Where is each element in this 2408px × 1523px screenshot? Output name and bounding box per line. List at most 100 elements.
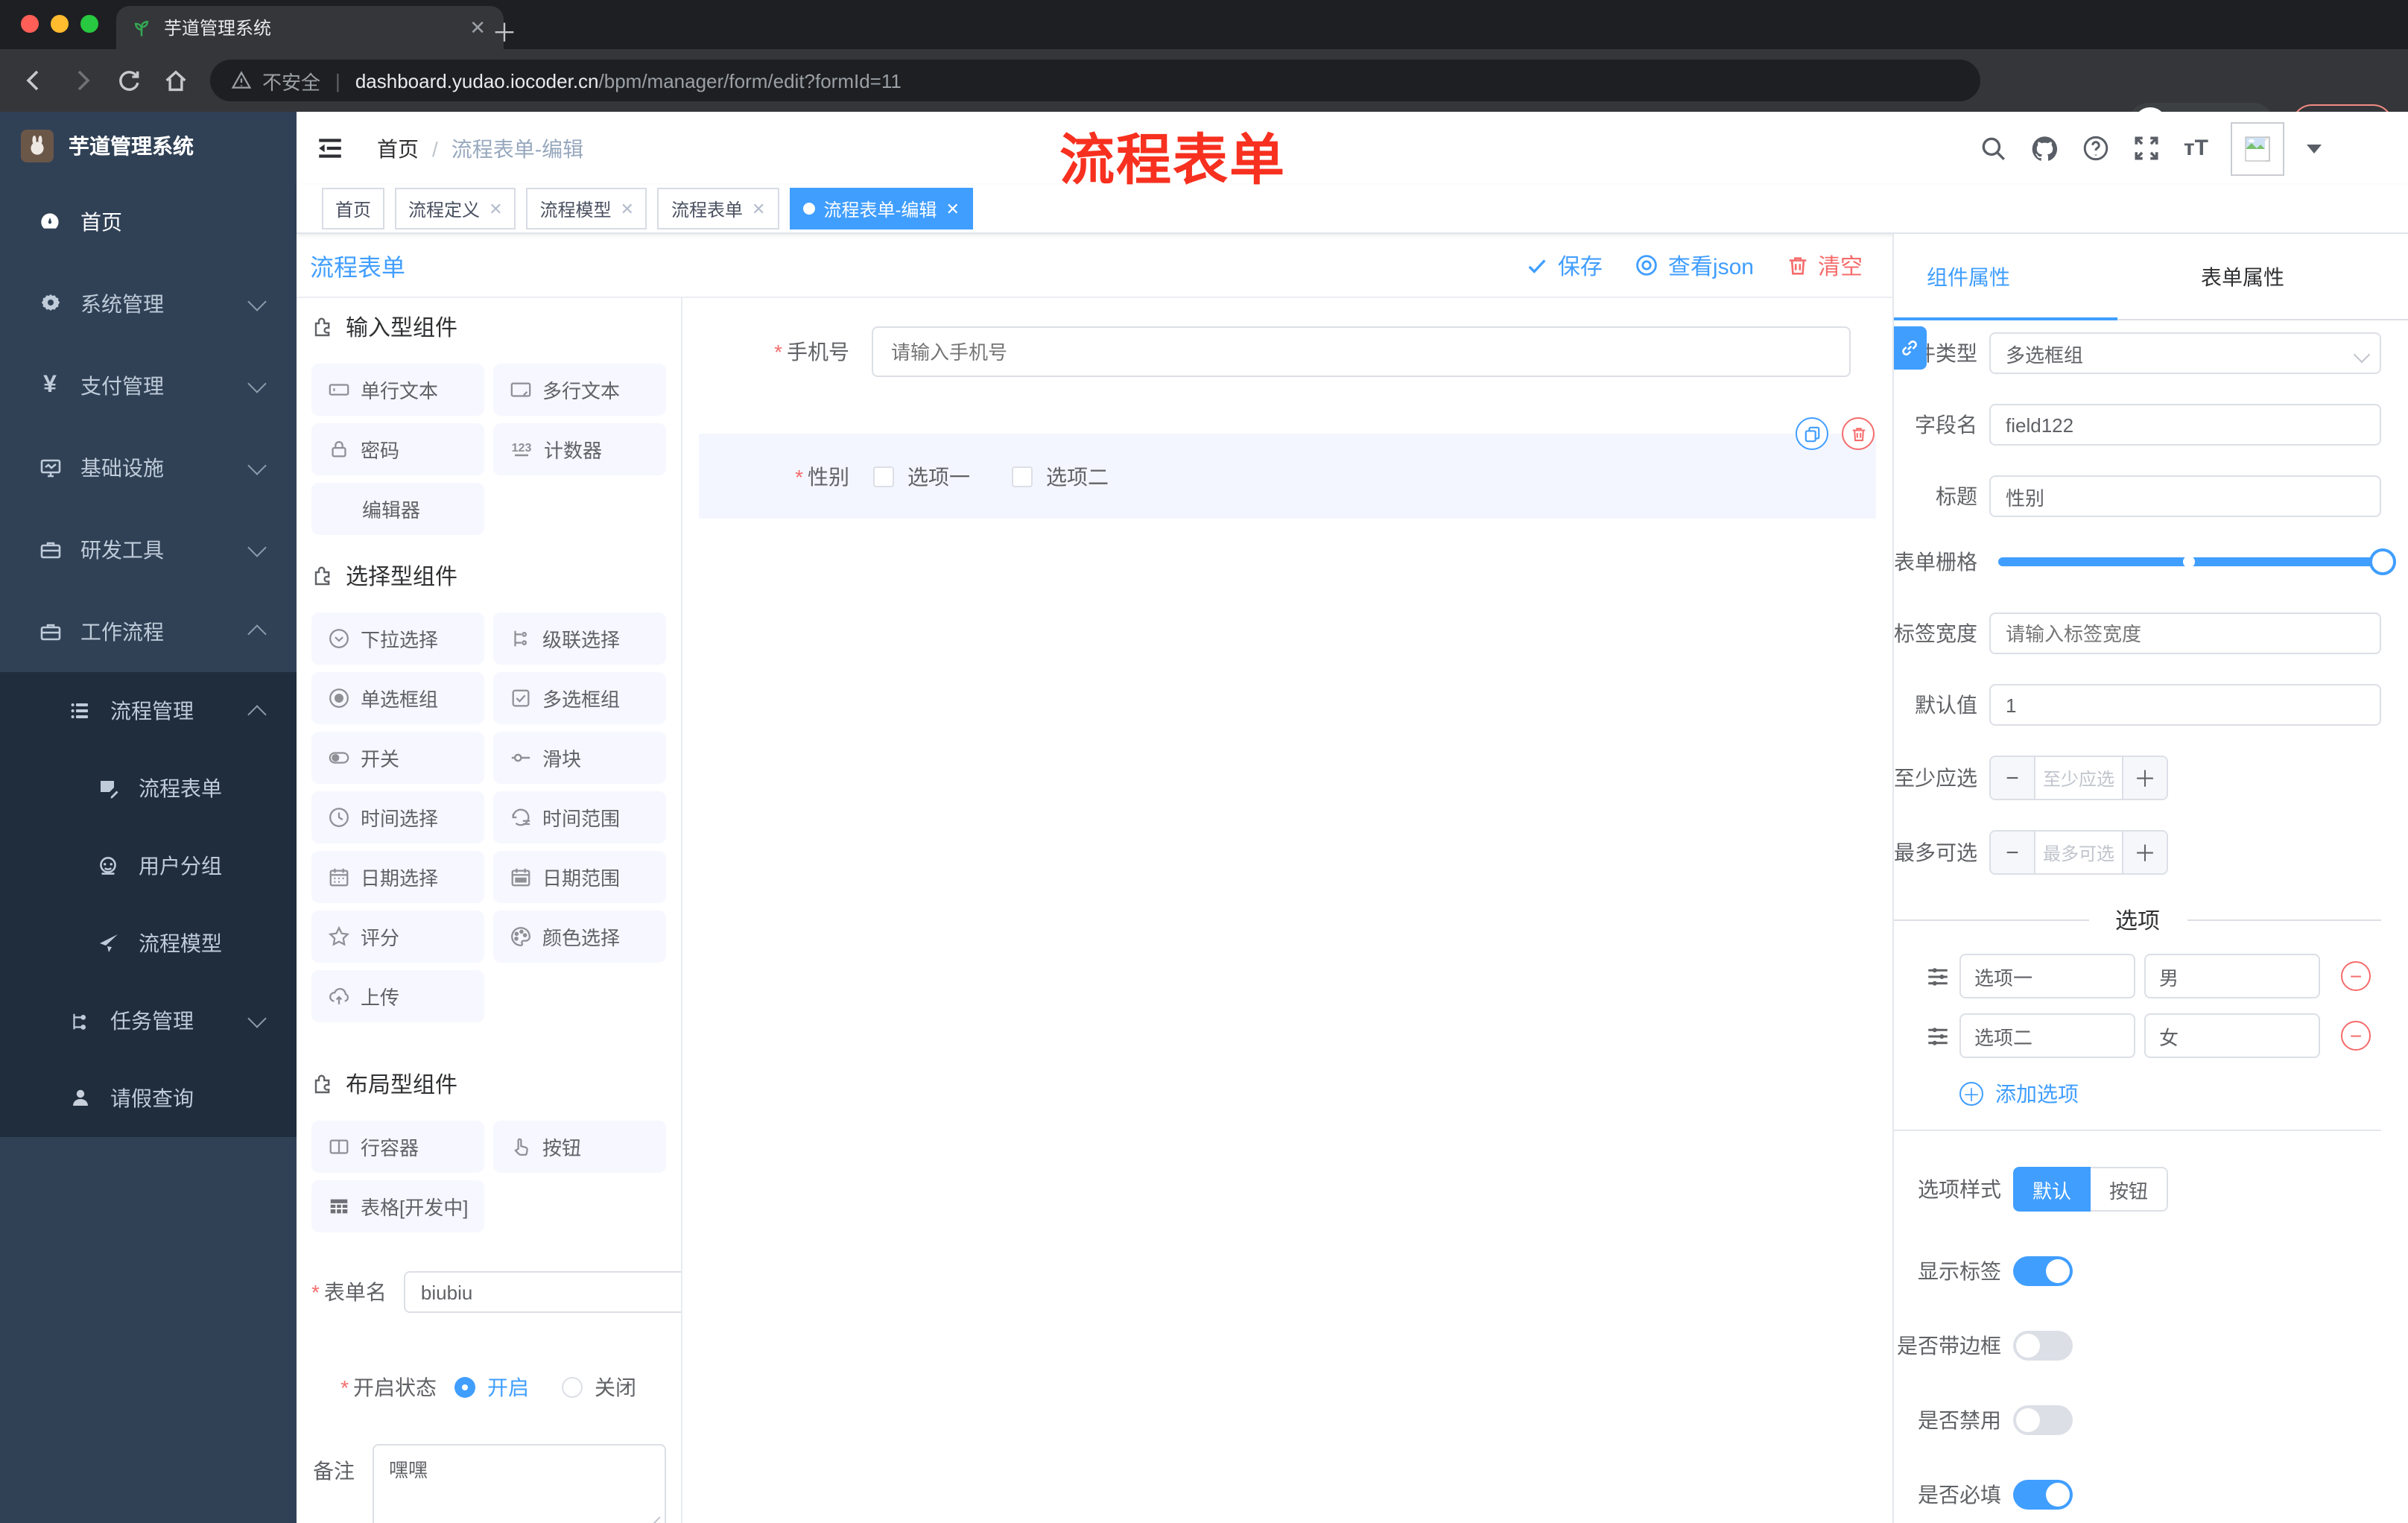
copy-component-icon[interactable] (1796, 417, 1828, 450)
component-checkbox-group[interactable]: 多选框组 (493, 672, 666, 724)
clear-button[interactable]: 清空 (1787, 250, 1863, 281)
save-button[interactable]: 保存 (1527, 250, 1603, 281)
tag-process-form[interactable]: 流程表单 ✕ (657, 188, 779, 229)
sidebar-item-process-model[interactable]: 流程模型 (0, 905, 297, 982)
option-value-input[interactable] (2144, 1013, 2320, 1058)
component-password[interactable]: 密码 (311, 423, 484, 475)
sidebar-item-infra[interactable]: 基础设施 (0, 426, 297, 508)
back-icon[interactable] (21, 67, 48, 94)
sidebar-item-devtools[interactable]: 研发工具 (0, 508, 297, 590)
slider-handle[interactable] (2369, 548, 2396, 575)
show-label-toggle[interactable] (2013, 1256, 2073, 1286)
option-label-input[interactable] (1959, 1013, 2135, 1058)
component-table[interactable]: 表格[开发中] (311, 1180, 484, 1232)
component-radio-group[interactable]: 单选框组 (311, 672, 484, 724)
sidebar-item-process-mgmt[interactable]: 流程管理 (0, 672, 297, 750)
stepper-decrease-button[interactable]: − (1991, 832, 2035, 873)
tag-process-definition[interactable]: 流程定义 ✕ (395, 188, 516, 229)
tag-close-icon[interactable]: ✕ (752, 199, 765, 218)
minimize-window-button[interactable] (51, 15, 69, 33)
component-date-range[interactable]: 日期范围 (493, 851, 666, 903)
address-bar[interactable]: 不安全 | dashboard.yudao.iocoder.cn/bpm/man… (210, 60, 1980, 101)
component-editor[interactable]: 编辑器 (311, 483, 484, 535)
remove-option-icon[interactable]: − (2341, 1021, 2371, 1051)
default-value-input[interactable] (1989, 684, 2381, 726)
browser-tab[interactable]: 芋道管理系统 ✕ (116, 6, 504, 49)
required-toggle[interactable] (2013, 1480, 2073, 1510)
sidebar-item-task-mgmt[interactable]: 任务管理 (0, 982, 297, 1060)
tag-process-model[interactable]: 流程模型 ✕ (526, 188, 647, 229)
tab-component-props[interactable]: 组件属性 (1927, 262, 2010, 291)
title-input[interactable] (1989, 475, 2381, 517)
option-value-input[interactable] (2144, 954, 2320, 998)
remove-option-icon[interactable]: − (2341, 961, 2371, 991)
gender-option-2-checkbox[interactable]: 选项二 (1012, 461, 1109, 491)
maximize-window-button[interactable] (80, 15, 98, 33)
resize-grip-icon[interactable] (648, 1516, 662, 1523)
stepper-decrease-button[interactable]: − (1991, 757, 2035, 799)
component-switch[interactable]: 开关 (311, 732, 484, 784)
form-remark-textarea[interactable]: 嘿嘿 (373, 1444, 666, 1523)
component-date-picker[interactable]: 日期选择 (311, 851, 484, 903)
breadcrumb-home[interactable]: 首页 (377, 133, 419, 163)
sidebar-item-process-form[interactable]: 流程表单 (0, 750, 297, 827)
style-button-button[interactable]: 按钮 (2091, 1167, 2168, 1212)
component-button[interactable]: 按钮 (493, 1121, 666, 1173)
component-row-container[interactable]: 行容器 (311, 1121, 484, 1173)
style-default-button[interactable]: 默认 (2013, 1167, 2091, 1212)
component-multi-text[interactable]: 多行文本 (493, 364, 666, 416)
gender-option-1-checkbox[interactable]: 选项一 (873, 461, 970, 491)
avatar[interactable] (2231, 121, 2284, 175)
border-toggle[interactable] (2013, 1331, 2073, 1361)
delete-component-icon[interactable] (1842, 417, 1875, 450)
sidebar-item-user-group[interactable]: 用户分组 (0, 827, 297, 905)
form-canvas[interactable]: *手机号 *性别 (682, 298, 1892, 1523)
tag-process-form-edit-active[interactable]: 流程表单-编辑 ✕ (789, 188, 973, 229)
link-icon[interactable] (1894, 326, 1927, 370)
sidebar-item-system[interactable]: 系统管理 (0, 262, 297, 344)
tab-form-props[interactable]: 表单属性 (2201, 262, 2284, 291)
canvas-field-phone[interactable]: * 手机号 (682, 326, 1892, 377)
fullscreen-icon[interactable] (2133, 134, 2161, 162)
stepper-increase-button[interactable]: ＋ (2122, 757, 2167, 799)
component-time-range[interactable]: 时间范围 (493, 791, 666, 843)
tab-close-icon[interactable]: ✕ (466, 16, 489, 39)
component-select[interactable]: 下拉选择 (311, 612, 484, 665)
add-option-link[interactable]: ＋ 添加选项 (1959, 1079, 2381, 1109)
disabled-toggle[interactable] (2013, 1405, 2073, 1435)
sidebar-item-leave-query[interactable]: 请假查询 (0, 1060, 297, 1137)
search-icon[interactable] (1980, 134, 2008, 162)
sidebar-item-home[interactable]: 首页 (0, 180, 297, 262)
sidebar-item-workflow[interactable]: 工作流程 (0, 590, 297, 672)
component-type-select[interactable] (1989, 332, 2381, 374)
max-select-placeholder[interactable]: 最多可选 (2035, 832, 2122, 873)
forward-icon[interactable] (69, 67, 95, 94)
form-name-input[interactable] (404, 1271, 681, 1313)
status-off-radio[interactable]: 关闭 (562, 1372, 636, 1402)
component-color-picker[interactable]: 颜色选择 (493, 911, 666, 963)
sidebar-collapse-icon[interactable] (316, 134, 344, 162)
tag-close-icon[interactable]: ✕ (945, 199, 959, 218)
component-counter[interactable]: 123 计数器 (493, 423, 666, 475)
component-cascader[interactable]: 级联选择 (493, 612, 666, 665)
home-icon[interactable] (162, 67, 189, 94)
avatar-dropdown-caret-icon[interactable] (2307, 144, 2322, 153)
component-time-picker[interactable]: 时间选择 (311, 791, 484, 843)
tag-close-icon[interactable]: ✕ (621, 199, 634, 218)
component-upload[interactable]: 上传 (311, 970, 484, 1022)
close-window-button[interactable] (21, 15, 39, 33)
view-json-button[interactable]: 查看json (1635, 250, 1754, 281)
label-width-input[interactable] (1989, 612, 2381, 654)
new-tab-button[interactable]: ＋ (492, 12, 517, 49)
canvas-field-gender-selected[interactable]: * 性别 选项一 选项二 (699, 417, 1876, 519)
status-on-radio[interactable]: 开启 (454, 1372, 529, 1402)
phone-input[interactable] (872, 326, 1851, 377)
drag-handle-icon[interactable] (1925, 1023, 1951, 1048)
window-controls[interactable] (21, 15, 98, 33)
help-icon[interactable] (2082, 134, 2111, 162)
github-icon[interactable] (2030, 133, 2060, 163)
component-slider[interactable]: 滑块 (493, 732, 666, 784)
tag-close-icon[interactable]: ✕ (489, 199, 502, 218)
reload-icon[interactable] (116, 68, 142, 93)
sidebar-item-payment[interactable]: ¥ 支付管理 (0, 344, 297, 426)
